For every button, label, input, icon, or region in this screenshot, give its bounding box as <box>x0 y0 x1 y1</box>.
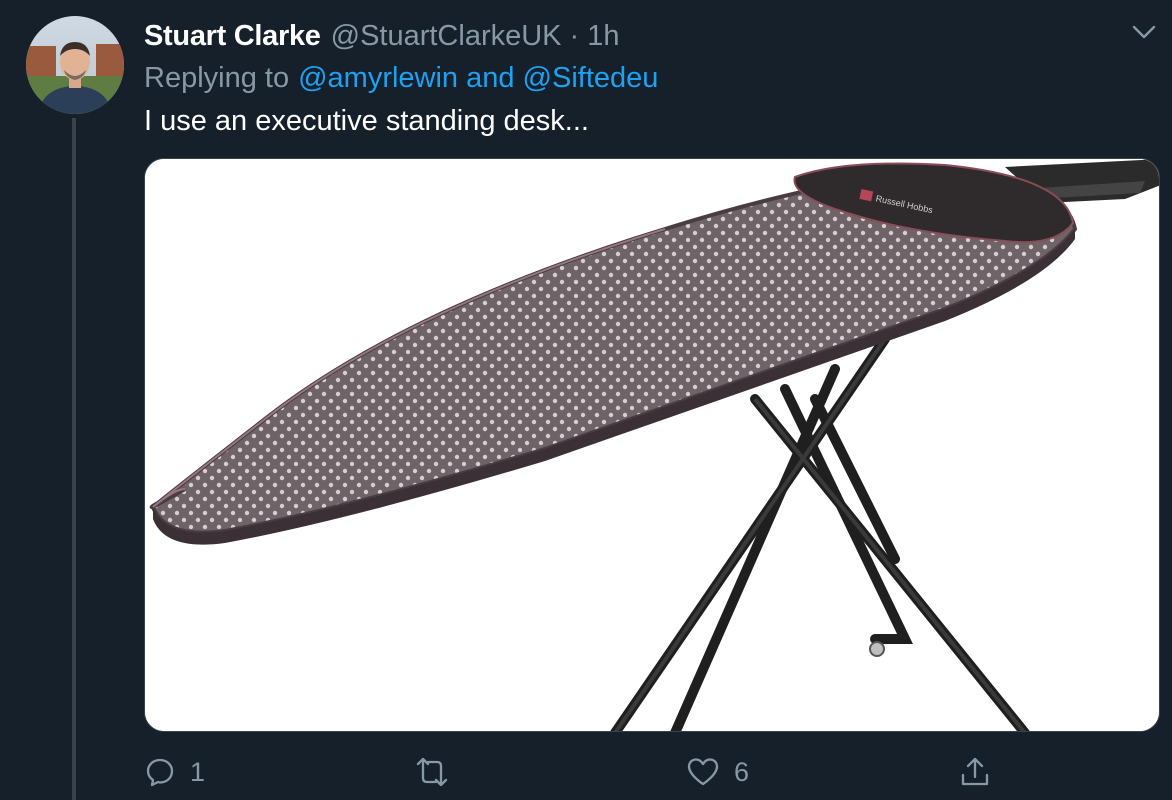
avatar-photo <box>26 16 124 114</box>
tweet-text: I use an executive standing desk... <box>144 104 589 137</box>
retweet-button[interactable] <box>412 748 466 796</box>
tweet[interactable]: Stuart Clarke @StuartClarkeUK · 1h Reply… <box>0 0 1172 800</box>
replying-prefix: Replying to <box>144 61 290 94</box>
replying-to-line: Replying to @amyrlewin and @Siftedeu <box>144 58 658 98</box>
like-count: 6 <box>734 756 750 787</box>
reply-icon <box>146 758 174 787</box>
reply-count: 1 <box>190 756 206 787</box>
chevron-down-icon[interactable] <box>1130 18 1158 46</box>
author-name[interactable]: Stuart Clarke <box>144 20 321 53</box>
tweet-header: Stuart Clarke @StuartClarkeUK · 1h <box>144 16 619 56</box>
replying-to-users-link[interactable]: @amyrlewin and @Siftedeu <box>298 62 658 95</box>
timestamp[interactable]: 1h <box>587 20 619 53</box>
tweet-media-image[interactable]: Russell Hobbs <box>144 158 1160 732</box>
like-icon <box>687 758 719 786</box>
avatar[interactable] <box>26 16 124 114</box>
ironing-board-image: Russell Hobbs <box>145 159 1159 731</box>
retweet-icon <box>416 757 448 787</box>
like-button[interactable]: 6 <box>686 748 749 796</box>
thread-connector-line <box>72 118 76 800</box>
share-button[interactable] <box>958 748 992 796</box>
tweet-actions: 1 6 <box>144 748 1160 796</box>
reply-button[interactable]: 1 <box>144 748 205 796</box>
separator-dot: · <box>569 19 580 52</box>
author-handle[interactable]: @StuartClarkeUK <box>331 20 562 53</box>
share-icon <box>961 757 989 786</box>
